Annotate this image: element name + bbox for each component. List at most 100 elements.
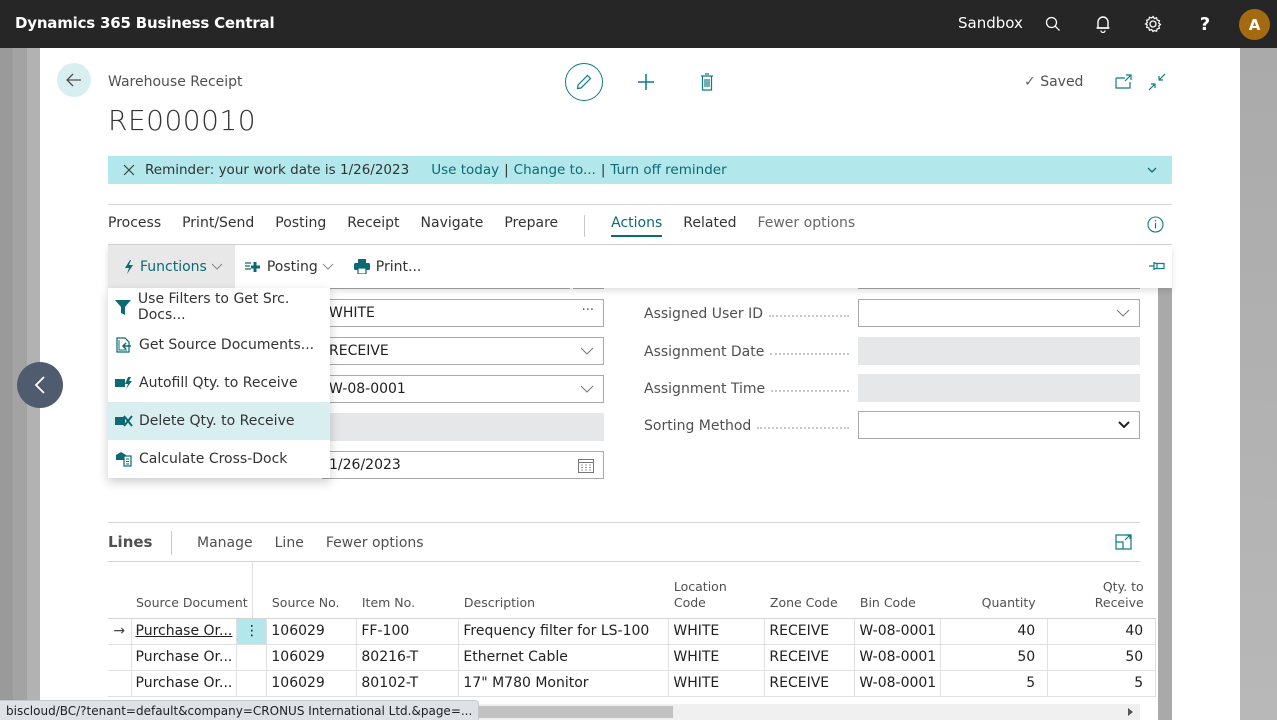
menu-item-autofill-qty[interactable]: Autofill Qty. to Receive [108,364,330,402]
qty-to-receive-cell[interactable]: 50 [1047,643,1157,671]
column-header-zone-code[interactable]: Zone Code [764,572,855,619]
info-icon[interactable] [1147,216,1164,233]
new-button[interactable] [634,70,658,94]
zone-code-field[interactable]: RECEIVE [322,337,604,365]
tab-print-send[interactable]: Print/Send [182,215,254,237]
tab-navigate[interactable]: Navigate [421,215,484,237]
edit-button[interactable] [565,63,603,101]
sorting-method-select[interactable] [858,411,1140,439]
menu-item-delete-qty[interactable]: Delete Qty. to Receive [108,402,330,440]
avatar[interactable]: A [1239,9,1270,40]
source-no-cell[interactable]: 106029 [266,643,358,671]
quantity-cell[interactable]: 5 [940,669,1049,697]
zone-code-cell[interactable]: RECEIVE [764,669,856,697]
source-no-cell[interactable]: 106029 [266,669,358,697]
lines-line-button[interactable]: Line [275,535,304,551]
column-header-qty-to-receive[interactable]: Qty. to Receive [1047,572,1156,619]
chevron-down-icon[interactable] [1118,420,1130,430]
fewer-options-button[interactable]: Fewer options [757,215,855,237]
column-header-location-code[interactable]: Location Code [668,572,765,619]
bin-code-cell[interactable]: W-08-0001 [854,669,942,697]
menu-item-get-source-documents[interactable]: Get Source Documents... [108,326,330,364]
help-icon[interactable]: ? [1194,13,1216,35]
tab-related[interactable]: Related [683,215,736,237]
posting-button[interactable]: Posting [235,245,344,288]
qty-to-receive-cell[interactable]: 5 [1047,669,1157,697]
functions-button[interactable]: Functions [108,245,235,288]
use-today-link[interactable]: Use today [431,162,499,178]
close-icon[interactable] [122,163,136,177]
zone-code-cell[interactable]: RECEIVE [764,643,856,671]
chevron-down-icon[interactable] [580,344,594,358]
description-cell[interactable]: 17" M780 Monitor [458,669,670,697]
bin-code-field[interactable]: W-08-0001 [322,375,604,403]
row-menu-button[interactable] [236,643,268,671]
column-header-source-no[interactable]: Source No. [266,572,357,619]
collapse-button[interactable] [1145,70,1169,94]
item-no-cell[interactable]: 80102-T [356,669,460,697]
table-row[interactable]: → Purchase Or... ⋮ 106029 FF-100 Frequen… [108,617,1157,645]
description-cell[interactable]: Ethernet Cable [458,643,670,671]
app-title[interactable]: Dynamics 365 Business Central [15,14,275,32]
change-to-link[interactable]: Change to... [514,162,596,178]
vertical-scrollbar[interactable] [1158,288,1172,720]
column-header-description[interactable]: Description [458,572,669,619]
item-no-cell[interactable]: 80216-T [356,643,460,671]
row-menu-button[interactable] [236,669,268,697]
bin-code-cell[interactable]: W-08-0001 [854,643,942,671]
source-no-cell[interactable]: 106029 [266,617,358,645]
tab-posting[interactable]: Posting [275,215,326,237]
location-code-cell[interactable]: WHITE [668,643,766,671]
quantity-cell[interactable]: 40 [940,617,1049,645]
location-code-cell[interactable]: WHITE [668,669,766,697]
back-button[interactable] [57,63,91,97]
assigned-user-id-label: Assigned User ID [644,306,849,322]
posting-date-field[interactable]: 1/26/2023 [322,451,604,479]
menu-item-calculate-cross-dock[interactable]: Calculate Cross-Dock [108,440,330,478]
turn-off-reminder-link[interactable]: Turn off reminder [610,162,726,178]
pin-icon[interactable] [1148,259,1166,273]
lines-fewer-options-button[interactable]: Fewer options [326,535,424,551]
tab-process[interactable]: Process [108,215,161,237]
item-no-cell[interactable]: FF-100 [356,617,460,645]
print-button[interactable]: Print... [344,245,432,288]
tab-receipt[interactable]: Receipt [347,215,399,237]
quantity-cell[interactable]: 50 [940,643,1049,671]
qty-to-receive-cell[interactable]: 40 [1047,617,1157,645]
expand-icon[interactable] [1115,534,1132,550]
location-code-field[interactable]: WHITE ··· [322,299,604,327]
lines-manage-button[interactable]: Manage [197,535,253,551]
column-header-bin-code[interactable]: Bin Code [854,572,941,619]
bin-code-cell[interactable]: W-08-0001 [854,617,942,645]
lookup-button[interactable]: ··· [582,303,594,318]
description-cell[interactable]: Frequency filter for LS-100 [458,617,670,645]
source-document-cell[interactable]: Purchase Or... [130,617,238,645]
previous-page-button[interactable] [17,362,63,408]
chevron-down-icon[interactable] [580,382,594,396]
calendar-icon[interactable] [578,458,594,473]
row-menu-button[interactable]: ⋮ [236,617,268,645]
tab-prepare[interactable]: Prepare [504,215,558,237]
source-document-cell[interactable]: Purchase Or... [130,643,238,671]
location-code-cell[interactable]: WHITE [668,617,766,645]
tab-actions[interactable]: Actions [611,215,663,237]
bell-icon[interactable] [1092,13,1114,35]
delete-button[interactable] [695,70,719,94]
assigned-user-id-field[interactable] [858,299,1140,327]
source-document-cell[interactable]: Purchase Or... [130,669,238,697]
table-row[interactable]: Purchase Or... 106029 80216-T Ethernet C… [108,643,1157,671]
zone-code-cell[interactable]: RECEIVE [764,617,856,645]
column-header-item-no[interactable]: Item No. [356,572,459,619]
column-header-quantity[interactable]: Quantity [940,572,1048,619]
scroll-right-icon[interactable] [1128,708,1133,716]
search-icon[interactable] [1042,13,1064,35]
column-header-source-document[interactable]: Source Document [131,572,267,619]
chevron-down-icon [322,263,334,271]
menu-item-use-filters[interactable]: Use Filters to Get Src. Docs... [108,288,330,326]
chevron-down-icon[interactable] [1116,306,1130,320]
gear-icon[interactable] [1142,13,1164,35]
readonly-field [322,413,604,441]
table-row[interactable]: Purchase Or... 106029 80102-T 17" M780 M… [108,669,1157,697]
chevron-down-icon[interactable] [1146,164,1158,176]
open-new-window-button[interactable] [1112,70,1136,94]
